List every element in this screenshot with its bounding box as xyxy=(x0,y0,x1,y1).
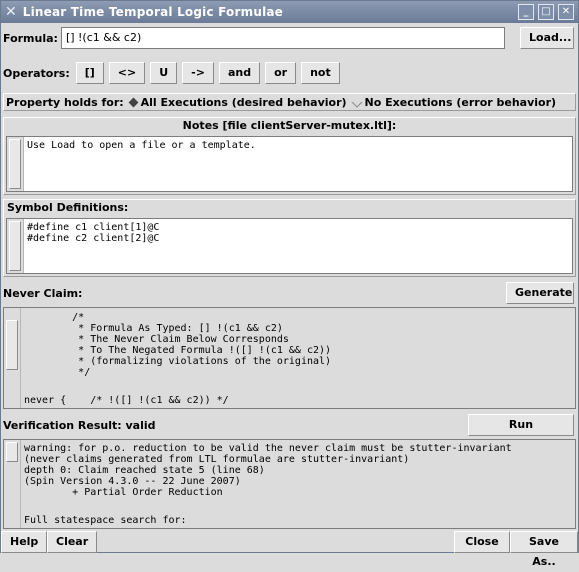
symbols-scrollbar[interactable] xyxy=(7,219,24,273)
notes-text: Use Load to open a file or a template. xyxy=(27,140,256,151)
verification-last-line: Full statespace search for: xyxy=(24,515,187,526)
close-icon[interactable]: ✕ xyxy=(558,4,574,20)
operator-not-button[interactable]: not xyxy=(301,62,340,84)
symbols-text: #define c1 client[1]@C #define c2 client… xyxy=(27,222,160,244)
operator-eventually-button[interactable]: <> xyxy=(108,62,146,84)
notes-header: Notes [file clientServer-mutex.ltl]: xyxy=(182,119,397,132)
formula-label: Formula: xyxy=(3,31,58,45)
verification-text: warning: for p.o. reduction to be valid … xyxy=(24,443,512,498)
verification-row: Verification Result: valid Run Verificat… xyxy=(1,413,578,451)
radio-all-label[interactable]: All Executions (desired behavior) xyxy=(141,96,347,109)
symbols-header: Symbol Definitions: xyxy=(7,201,129,214)
never-claim-scrollbar[interactable] xyxy=(4,308,21,408)
maximize-icon[interactable]: □ xyxy=(538,4,554,20)
operator-always-button[interactable]: [] xyxy=(75,62,104,84)
notes-panel: Notes [file clientServer-mutex.ltl]: Use… xyxy=(3,117,576,195)
title-bar: ✕ Linear Time Temporal Logic Formulae _ … xyxy=(1,1,578,23)
operator-or-button[interactable]: or xyxy=(265,62,297,84)
window-title: Linear Time Temporal Logic Formulae xyxy=(22,5,284,19)
never-claim-row: Never Claim: Generate xyxy=(1,281,578,305)
operator-until-button[interactable]: U xyxy=(150,62,178,84)
never-claim-last-line: never { /* !([] !(c1 && c2)) */ xyxy=(24,395,229,406)
operator-and-button[interactable]: and xyxy=(218,62,261,84)
run-verification-button[interactable]: Run Verification xyxy=(468,414,574,451)
verification-result-label: Verification Result: valid xyxy=(3,418,156,432)
property-label: Property holds for: xyxy=(6,95,124,109)
never-claim-label: Never Claim: xyxy=(3,286,83,300)
formula-row: Formula: [] !(c1 && c2) Load... xyxy=(1,26,578,50)
operators-row: Operators: [] <> U -> and or not xyxy=(1,61,578,85)
radio-none-icon[interactable] xyxy=(350,96,363,108)
never-claim-textarea[interactable]: /* * Formula As Typed: [] !(c1 && c2) * … xyxy=(3,307,576,409)
generate-button[interactable]: Generate xyxy=(506,282,574,304)
close-button[interactable]: Close xyxy=(454,531,510,553)
operator-implies-button[interactable]: -> xyxy=(182,62,214,84)
bottom-bar: Help Clear Close Save As.. xyxy=(1,531,578,568)
radio-none-label[interactable]: No Executions (error behavior) xyxy=(365,96,557,109)
never-claim-text: /* * Formula As Typed: [] !(c1 && c2) * … xyxy=(72,312,332,378)
ltl-window: ✕ Linear Time Temporal Logic Formulae _ … xyxy=(0,0,579,568)
notes-textarea[interactable]: Use Load to open a file or a template. xyxy=(6,136,573,192)
formula-input[interactable]: [] !(c1 && c2) xyxy=(60,27,505,49)
radio-all-icon[interactable] xyxy=(128,97,139,107)
verification-textarea[interactable]: warning: for p.o. reduction to be valid … xyxy=(3,439,576,529)
app-icon: ✕ xyxy=(5,4,17,20)
symbols-panel: Symbol Definitions: #define c1 client[1]… xyxy=(3,199,576,277)
minimize-icon[interactable]: _ xyxy=(518,4,534,20)
load-button[interactable]: Load... xyxy=(520,27,574,49)
clear-button[interactable]: Clear xyxy=(47,531,97,553)
verification-scrollbar[interactable] xyxy=(4,440,21,528)
property-row: Property holds for: All Executions (desi… xyxy=(3,93,576,111)
help-button[interactable]: Help xyxy=(1,531,47,553)
symbols-textarea[interactable]: #define c1 client[1]@C #define c2 client… xyxy=(6,218,573,274)
save-as-button[interactable]: Save As.. xyxy=(510,531,578,568)
notes-scrollbar[interactable] xyxy=(7,137,24,191)
operators-label: Operators: xyxy=(3,66,70,80)
